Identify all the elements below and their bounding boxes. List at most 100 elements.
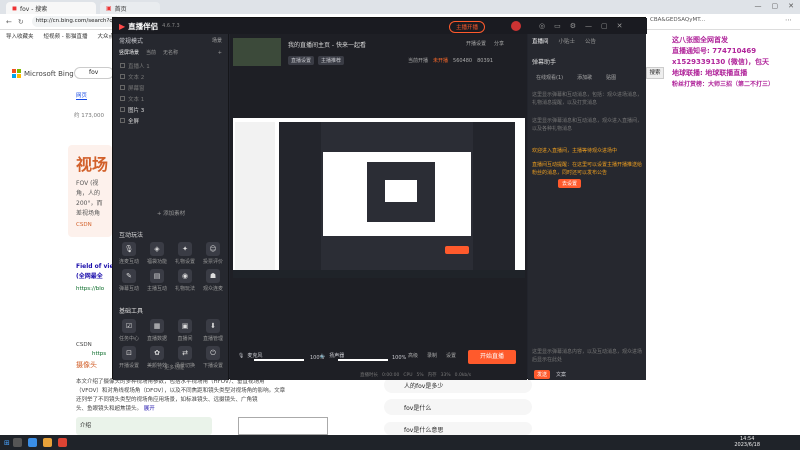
status-pill[interactable]: 主播开播 [449, 21, 486, 33]
assistant-tab[interactable]: 在线观看(1) [536, 74, 563, 81]
back-icon[interactable]: ← [6, 18, 12, 26]
room-cover[interactable] [233, 38, 281, 66]
interaction-item[interactable]: ◈ 福袋功能 [143, 242, 171, 265]
tab-tips[interactable]: 小贴士 [559, 37, 576, 45]
add-scene-icon[interactable]: + [218, 50, 222, 56]
result-url-2[interactable]: https [92, 351, 106, 357]
browser-tab-home[interactable]: ▣ 首页 [100, 2, 160, 14]
interaction-item[interactable]: ✎ 弹幕互动 [115, 269, 143, 292]
advanced-button[interactable]: 高级 [408, 352, 418, 359]
browser-tab-fov[interactable]: ◼ fov - 搜索 [6, 2, 96, 14]
result-title-2: (全网最全 [76, 273, 103, 280]
clock-date[interactable]: 2023/6/18 [734, 442, 760, 448]
expand-link[interactable]: 展开 [144, 406, 155, 412]
assistant-tab[interactable]: 贴图 [606, 74, 616, 81]
checkbox[interactable] [120, 85, 125, 90]
source-item[interactable]: 直播人 1 [113, 60, 228, 71]
checkbox[interactable] [120, 118, 125, 123]
start-live-button[interactable]: 开始直播 [468, 350, 516, 364]
related-search[interactable]: fov是什么意思 [384, 422, 532, 435]
bing-logo[interactable]: Microsoft Bing [12, 69, 74, 78]
result-title-3[interactable]: 摄像头 [76, 360, 97, 370]
bookmark-item[interactable]: 短视频 - 影猫直播 [44, 32, 88, 40]
more-icon[interactable]: ⋯ [785, 16, 792, 24]
interaction-item[interactable]: ◉ 礼物玩法 [171, 269, 199, 292]
assistant-tab[interactable]: 添加歌 [577, 74, 592, 81]
notice-button[interactable]: 去设置 [558, 179, 582, 188]
scene-mode[interactable]: 常规模式 [119, 36, 143, 45]
settings-button[interactable]: 设置 [446, 352, 456, 359]
tool-item[interactable]: ☑ 任务中心 [115, 319, 143, 342]
live-app-icon[interactable] [57, 438, 67, 447]
related-search[interactable]: fov是什么 [384, 399, 532, 415]
search-button[interactable]: 搜索 [646, 67, 664, 79]
app-title: 直播伴侣 [128, 21, 159, 31]
maximize-icon[interactable]: ▢ [601, 22, 608, 30]
source-item[interactable]: 文本 1 [113, 93, 228, 104]
card-source[interactable]: CSDN [76, 222, 112, 228]
result-url[interactable]: https://blo [76, 286, 104, 292]
search-icon[interactable] [12, 438, 22, 447]
send-button[interactable]: 发送 [534, 370, 551, 379]
add-source-button[interactable]: + 添加素材 [113, 209, 229, 217]
more-functions[interactable]: ... 更多功能 [113, 364, 229, 371]
room-tag[interactable]: 直播设置 [288, 56, 315, 65]
edge-icon[interactable] [27, 438, 37, 447]
url-field[interactable]: http://cn.bing.com/search?q=fov [31, 16, 120, 27]
close-icon[interactable]: ✕ [788, 2, 794, 10]
mic-slider[interactable] [254, 359, 304, 361]
tool-item[interactable]: ▦ 直播数据 [143, 319, 171, 342]
bookmark-item[interactable]: 导入收藏夹 [6, 32, 34, 40]
interaction-item[interactable]: 🎙 连麦互动 [115, 242, 143, 265]
maximize-icon[interactable]: ▢ [772, 2, 779, 10]
minimize-icon[interactable]: — [585, 22, 592, 30]
interaction-item[interactable]: ✦ 礼物设置 [171, 242, 199, 265]
source-item[interactable]: 文本 2 [113, 71, 228, 82]
checkbox[interactable] [120, 107, 125, 112]
preview-canvas[interactable] [233, 118, 525, 278]
tool-item[interactable]: ▣ 直播间 [171, 319, 199, 342]
chat-label[interactable]: 文案 [556, 371, 566, 378]
minimize-icon[interactable]: — [755, 2, 762, 10]
mic-icon: 🎙 [238, 352, 245, 359]
message-icon[interactable]: ▭ [554, 22, 561, 30]
source-item[interactable]: 图片 3 [113, 104, 228, 115]
interaction-item[interactable]: ☗ 观众连麦 [199, 269, 227, 292]
room-title[interactable]: 我的直播间主页 - 快来一起看 [288, 40, 366, 49]
room-tag[interactable]: 主播推荐 [318, 56, 345, 65]
checkbox[interactable] [120, 96, 125, 101]
result-link[interactable]: Field of vie (全网最全 [76, 262, 114, 282]
tab-unnamed[interactable]: 无名称 [163, 49, 178, 56]
interaction-item[interactable]: ▤ 主播互动 [143, 269, 171, 292]
tab-current[interactable]: 当前 [146, 49, 156, 56]
headset-icon[interactable]: ◎ [539, 22, 545, 30]
record-button[interactable]: 录制 [427, 352, 437, 359]
checkbox[interactable] [120, 63, 125, 68]
checkbox[interactable] [120, 74, 125, 79]
interaction-item[interactable]: ☺ 投票评价 [199, 242, 227, 265]
card-line: 差视场角 [76, 210, 101, 217]
tab-scene[interactable]: 竖屏场景 [119, 49, 139, 56]
refresh-icon[interactable]: ↻ [18, 18, 24, 26]
search-input[interactable]: fov [74, 67, 114, 79]
tab-live-room[interactable]: 直播间 [532, 37, 549, 45]
source-item[interactable]: 全屏 [113, 115, 228, 126]
avatar[interactable] [511, 21, 521, 31]
windows-start-icon[interactable]: ⊞ [4, 439, 10, 447]
result-source[interactable]: CSDN [76, 342, 92, 348]
speaker-slider[interactable] [338, 359, 388, 361]
scene-button[interactable]: 场景 [212, 37, 222, 44]
tool-item[interactable]: ⬇ 直播管理 [199, 319, 227, 342]
tab-notice[interactable]: 公告 [585, 37, 596, 45]
footer-value: 5% [416, 372, 424, 378]
tab-web[interactable]: 网页 [76, 91, 88, 100]
settings-icon[interactable]: ⚙ [570, 22, 576, 30]
speaker-control[interactable]: 🔈 扬声器 [320, 352, 344, 360]
share-button[interactable]: 分享 [494, 40, 504, 47]
folder-icon[interactable] [42, 438, 52, 447]
broadcast-settings[interactable]: 开播设置 [466, 40, 486, 47]
mic-control[interactable]: 🎙 麦克风 [238, 352, 262, 360]
close-icon[interactable]: ✕ [617, 22, 623, 30]
source-item[interactable]: 屏幕窗 [113, 82, 228, 93]
overlay-line: x1529339130 (微信)，包天 [672, 58, 770, 66]
